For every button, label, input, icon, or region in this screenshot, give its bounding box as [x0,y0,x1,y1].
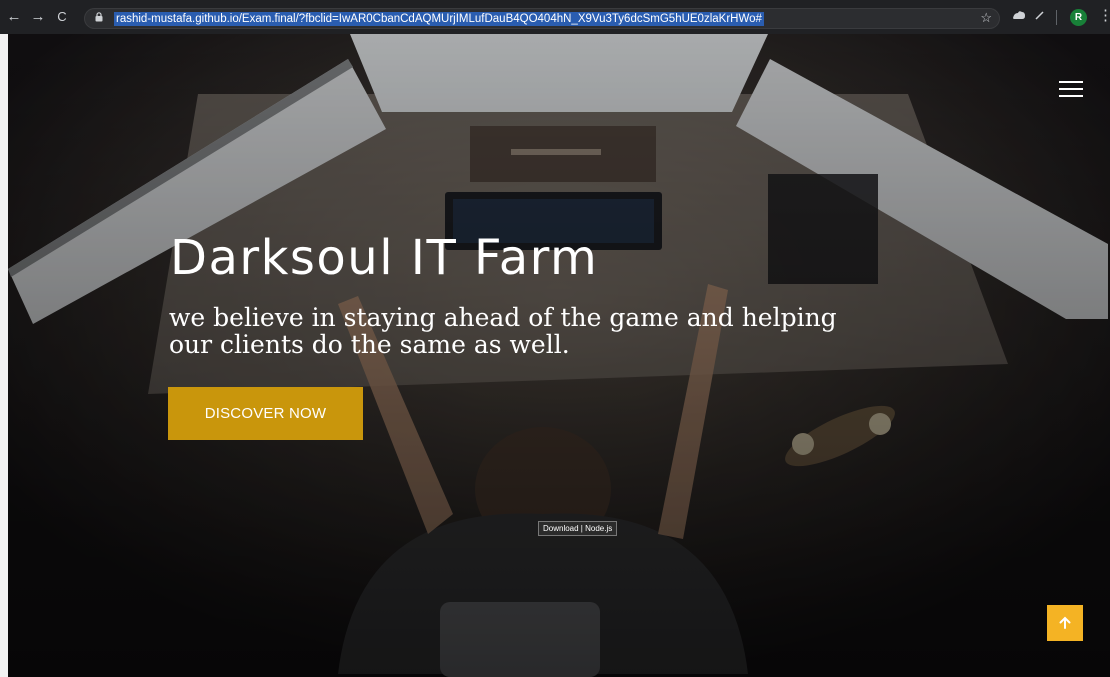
hero-subtitle: we believe in staying ahead of the game … [169,303,837,359]
extension-icon[interactable] [1012,10,1026,24]
hamburger-menu-icon[interactable] [1059,81,1083,97]
lock-icon[interactable] [94,12,104,25]
pen-icon[interactable] [1035,10,1045,23]
hero-title: Darksoul IT Farm [170,230,599,286]
arrow-up-icon [1059,616,1071,629]
url-text[interactable]: rashid-mustafa.github.io/Exam.final/?fbc… [114,11,764,26]
page-viewport: Darksoul IT Farm we believe in staying a… [8,34,1110,677]
browser-toolbar: ← → C rashid-mustafa.github.io/Exam.fina… [0,0,1110,34]
back-arrow-icon[interactable]: ← [4,0,24,34]
discover-now-button[interactable]: DISCOVER NOW [168,387,363,440]
menu-dots-icon[interactable]: ⋮ [1098,8,1110,24]
profile-avatar[interactable]: R [1070,9,1087,26]
toolbar-divider [1056,10,1057,25]
link-tooltip: Download | Node.js [538,521,618,536]
scroll-to-top-button[interactable] [1047,605,1083,641]
reload-icon[interactable]: C [52,0,72,34]
forward-arrow-icon[interactable]: → [28,0,48,34]
address-bar[interactable]: rashid-mustafa.github.io/Exam.final/?fbc… [84,8,1000,29]
star-icon[interactable]: ☆ [980,10,992,26]
